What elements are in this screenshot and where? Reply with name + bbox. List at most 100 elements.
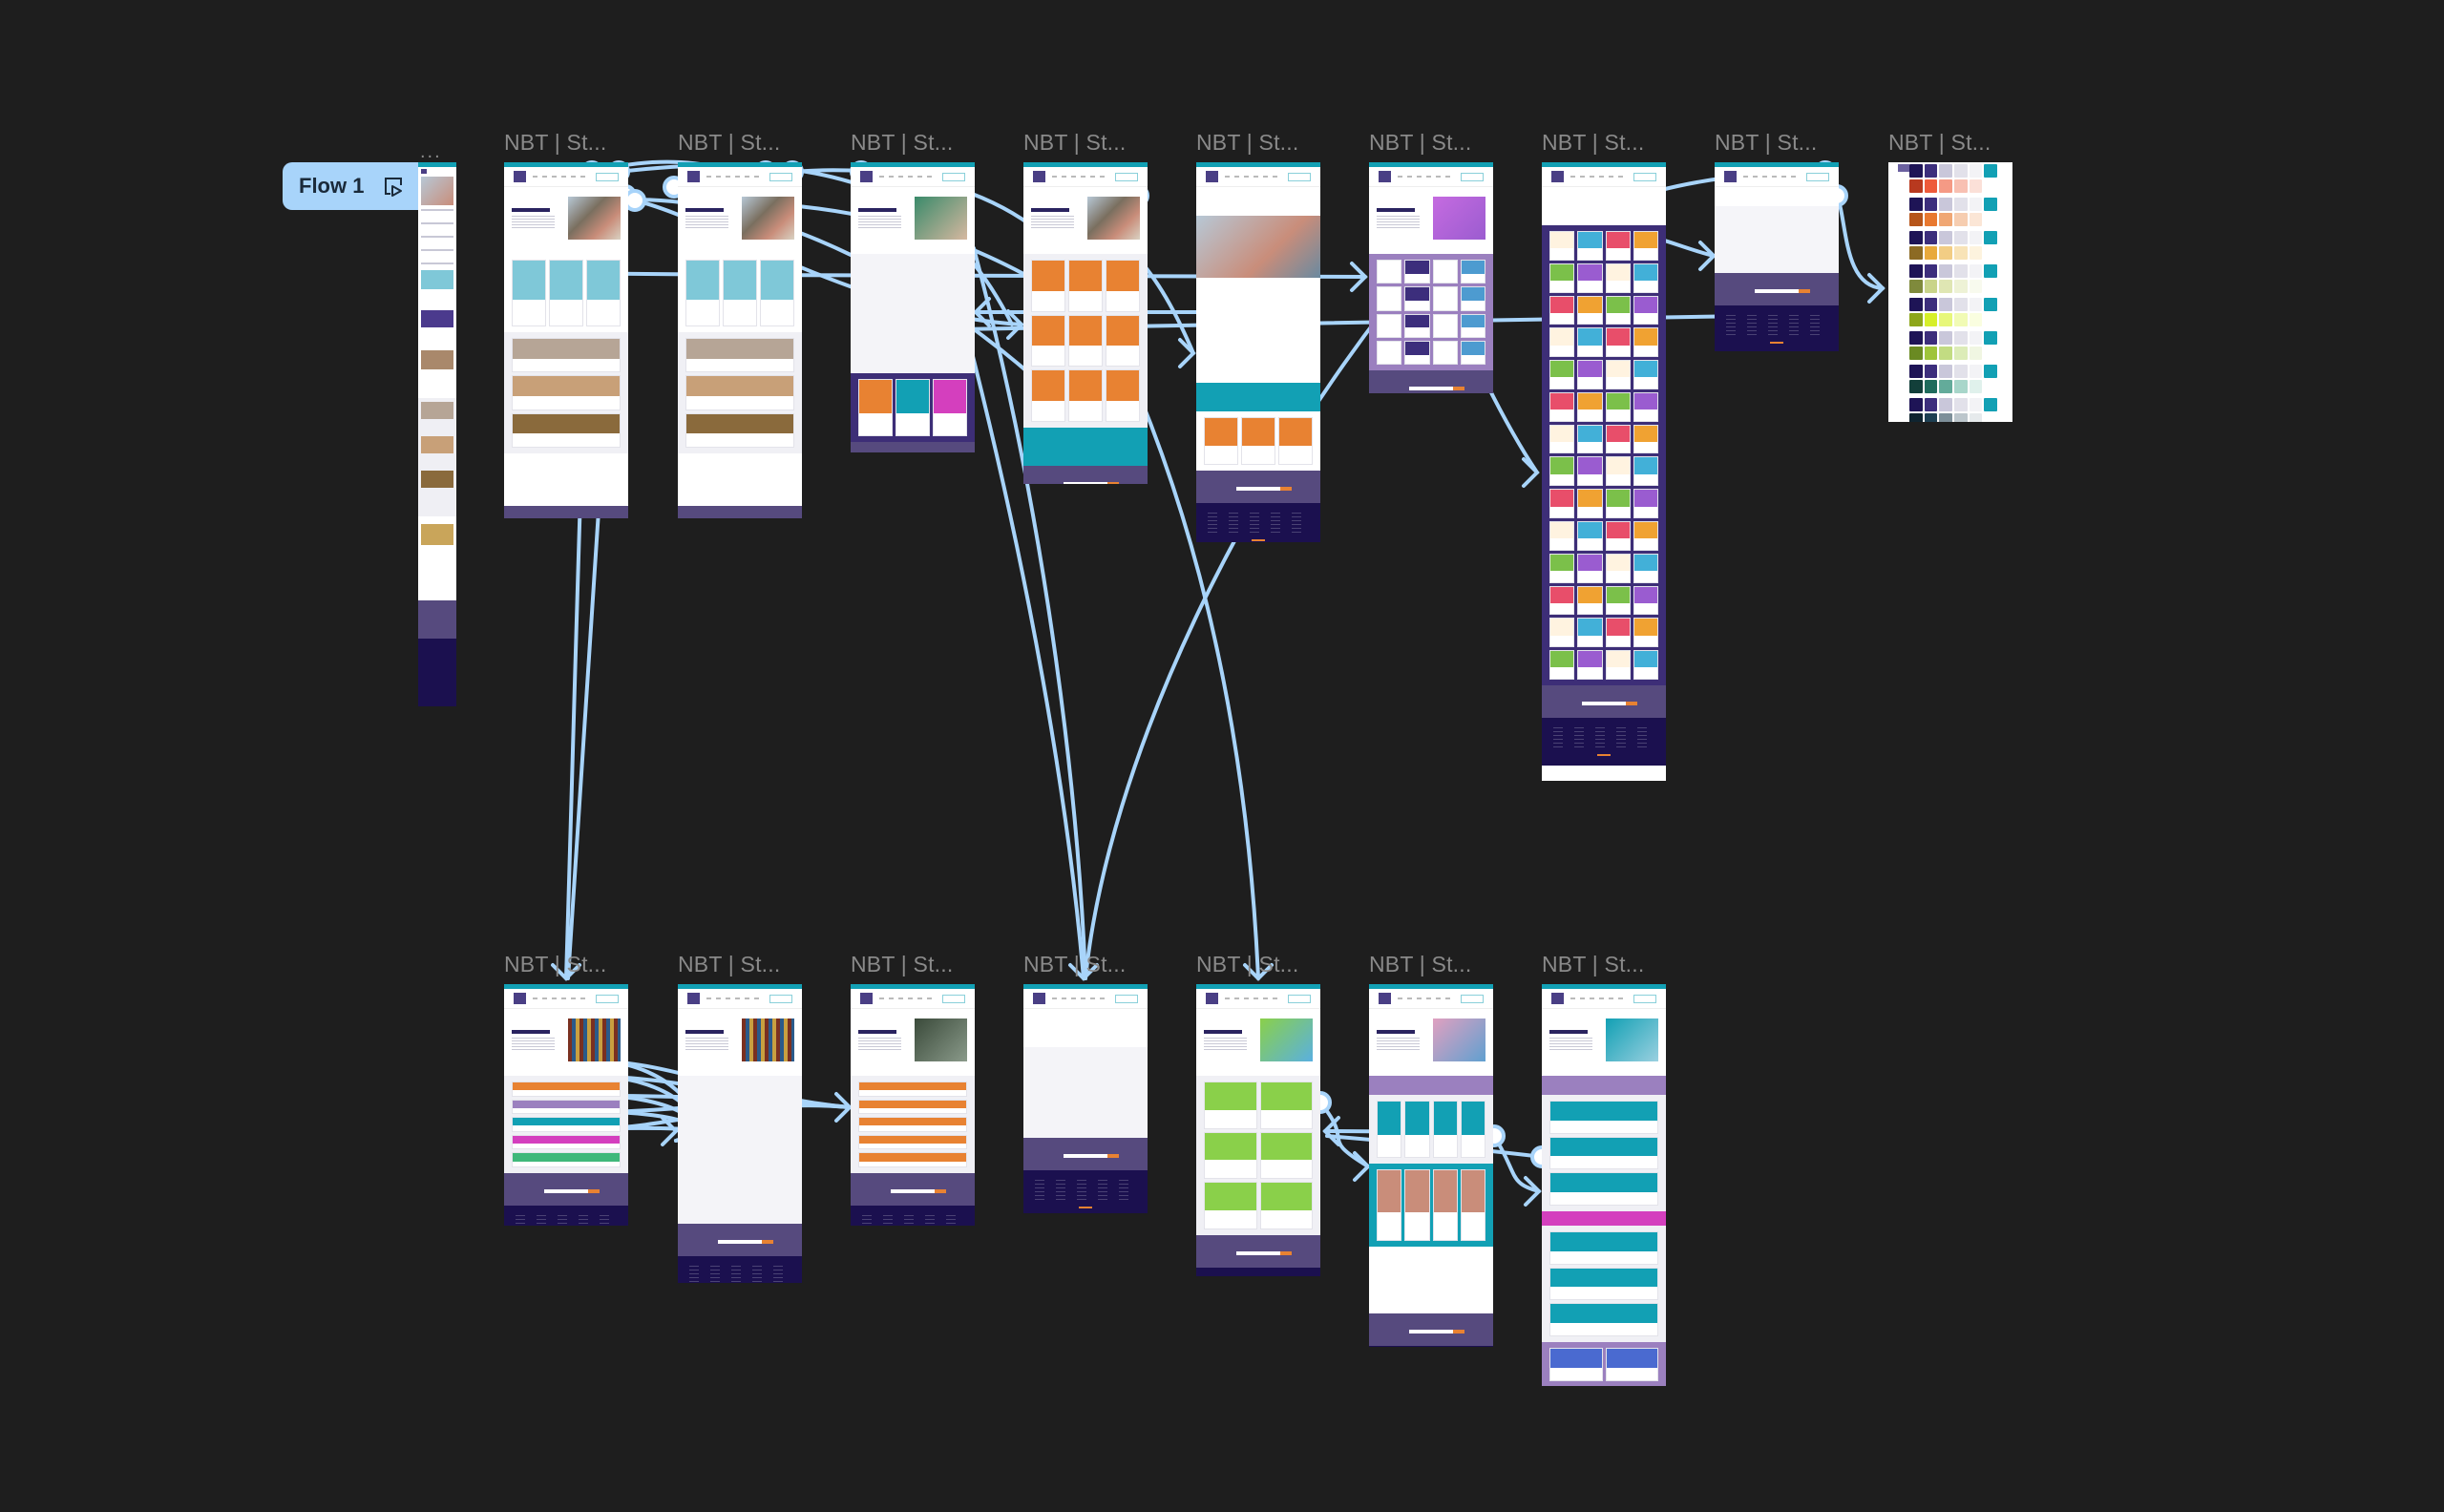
nav-links xyxy=(879,176,937,178)
card xyxy=(1404,286,1430,311)
colour-swatch xyxy=(1924,380,1938,393)
newsletter-input xyxy=(1582,702,1637,705)
card-image xyxy=(1550,522,1574,539)
card xyxy=(1549,295,1575,326)
frame-giftcard[interactable] xyxy=(1369,162,1493,393)
basket-icon xyxy=(769,995,792,1003)
hero-image xyxy=(568,1018,621,1061)
frame-mobile-home[interactable] xyxy=(418,162,456,706)
bookshop-list xyxy=(851,1076,975,1173)
frame-palette[interactable] xyxy=(1888,162,2012,422)
colour-swatch xyxy=(1969,246,1983,260)
card xyxy=(685,338,794,373)
newsletter-signup xyxy=(1196,471,1320,503)
card xyxy=(1577,618,1603,648)
card xyxy=(1549,1101,1658,1134)
card xyxy=(1605,489,1631,519)
colour-swatch xyxy=(1969,346,1983,360)
hero-section xyxy=(678,187,802,254)
hero-text xyxy=(858,216,901,229)
card-image xyxy=(1606,232,1630,249)
frame-home[interactable] xyxy=(504,162,628,518)
card xyxy=(1633,521,1658,551)
card-image xyxy=(1550,263,1574,282)
card-image xyxy=(1550,619,1574,636)
card xyxy=(1577,360,1603,389)
nbt-logo xyxy=(1206,171,1218,182)
summer-activities xyxy=(1196,1076,1320,1235)
card-image xyxy=(513,413,620,434)
site-footer xyxy=(1542,718,1666,766)
site-footer xyxy=(1196,1268,1320,1276)
card xyxy=(1633,327,1658,358)
newsletter-input xyxy=(1409,387,1464,390)
card xyxy=(1068,314,1103,368)
frame-home[interactable] xyxy=(678,162,802,518)
frame-contact[interactable] xyxy=(851,162,975,452)
frame-label: NBT | St... xyxy=(851,130,954,155)
card-image xyxy=(1378,261,1401,274)
frame-design[interactable] xyxy=(1715,162,1839,351)
colour-swatch xyxy=(1924,213,1938,226)
newsletter-signup xyxy=(1542,685,1666,718)
frame-summer[interactable] xyxy=(1196,984,1320,1276)
card xyxy=(1460,1169,1485,1241)
card xyxy=(1377,1101,1402,1158)
frame-basket[interactable] xyxy=(1023,984,1148,1213)
nav-links xyxy=(1743,176,1801,178)
card xyxy=(1259,1182,1313,1229)
card-image xyxy=(686,376,793,396)
colour-swatch xyxy=(1984,198,1997,211)
card xyxy=(1432,313,1458,338)
card-image xyxy=(1205,1132,1256,1161)
card-image xyxy=(1633,232,1657,249)
card xyxy=(1633,489,1658,519)
frame-offers[interactable] xyxy=(504,984,628,1226)
gift-card-options xyxy=(1369,254,1493,370)
colour-swatch xyxy=(1984,380,1997,393)
card xyxy=(1106,260,1140,312)
newsletter-signup xyxy=(1369,370,1493,393)
card-image xyxy=(1550,232,1574,249)
colour-swatch xyxy=(1939,380,1952,393)
flow-name: Flow 1 xyxy=(299,174,365,198)
card-image xyxy=(1461,1102,1485,1135)
card-image xyxy=(1606,554,1630,572)
nbt-logo xyxy=(1898,164,1909,172)
frame-articles[interactable] xyxy=(1023,162,1148,484)
newsletter-input xyxy=(891,1189,946,1193)
card-image xyxy=(1550,296,1574,313)
colour-swatch xyxy=(1924,398,1938,411)
frame-form[interactable] xyxy=(678,984,802,1283)
footer-links xyxy=(1726,315,1827,336)
nbt-logo xyxy=(1033,171,1045,182)
card xyxy=(1404,340,1430,365)
frame-bookshops[interactable] xyxy=(851,984,975,1226)
hero-text xyxy=(512,216,555,229)
colour-swatch xyxy=(1909,164,1923,178)
card-image xyxy=(1578,232,1602,249)
nav-links xyxy=(1225,176,1282,178)
card xyxy=(1605,424,1631,454)
colour-swatch xyxy=(1984,280,1997,293)
flow-start-badge[interactable]: Flow 1 xyxy=(283,162,418,210)
basket-icon xyxy=(942,173,965,181)
arrowhead-icon xyxy=(1178,338,1196,368)
gift-card-gallery xyxy=(1542,225,1666,685)
colour-swatch xyxy=(1954,246,1968,260)
card-image xyxy=(1378,287,1401,302)
basket-icon xyxy=(1288,995,1311,1003)
hotspot-handle[interactable] xyxy=(623,189,646,212)
frame-resources[interactable] xyxy=(1369,984,1493,1347)
frame-article[interactable] xyxy=(1196,162,1320,542)
arrowhead-icon xyxy=(1522,457,1540,488)
colour-swatch xyxy=(1984,313,1997,326)
colour-swatch xyxy=(1939,346,1952,360)
section xyxy=(1369,1247,1493,1313)
site-nav xyxy=(1196,989,1320,1009)
nbt-logo xyxy=(1724,171,1737,182)
frame-booklist[interactable] xyxy=(1542,984,1666,1386)
nav-links xyxy=(706,998,764,999)
frame-gallery[interactable] xyxy=(1542,162,1666,781)
basket-icon xyxy=(942,995,965,1003)
